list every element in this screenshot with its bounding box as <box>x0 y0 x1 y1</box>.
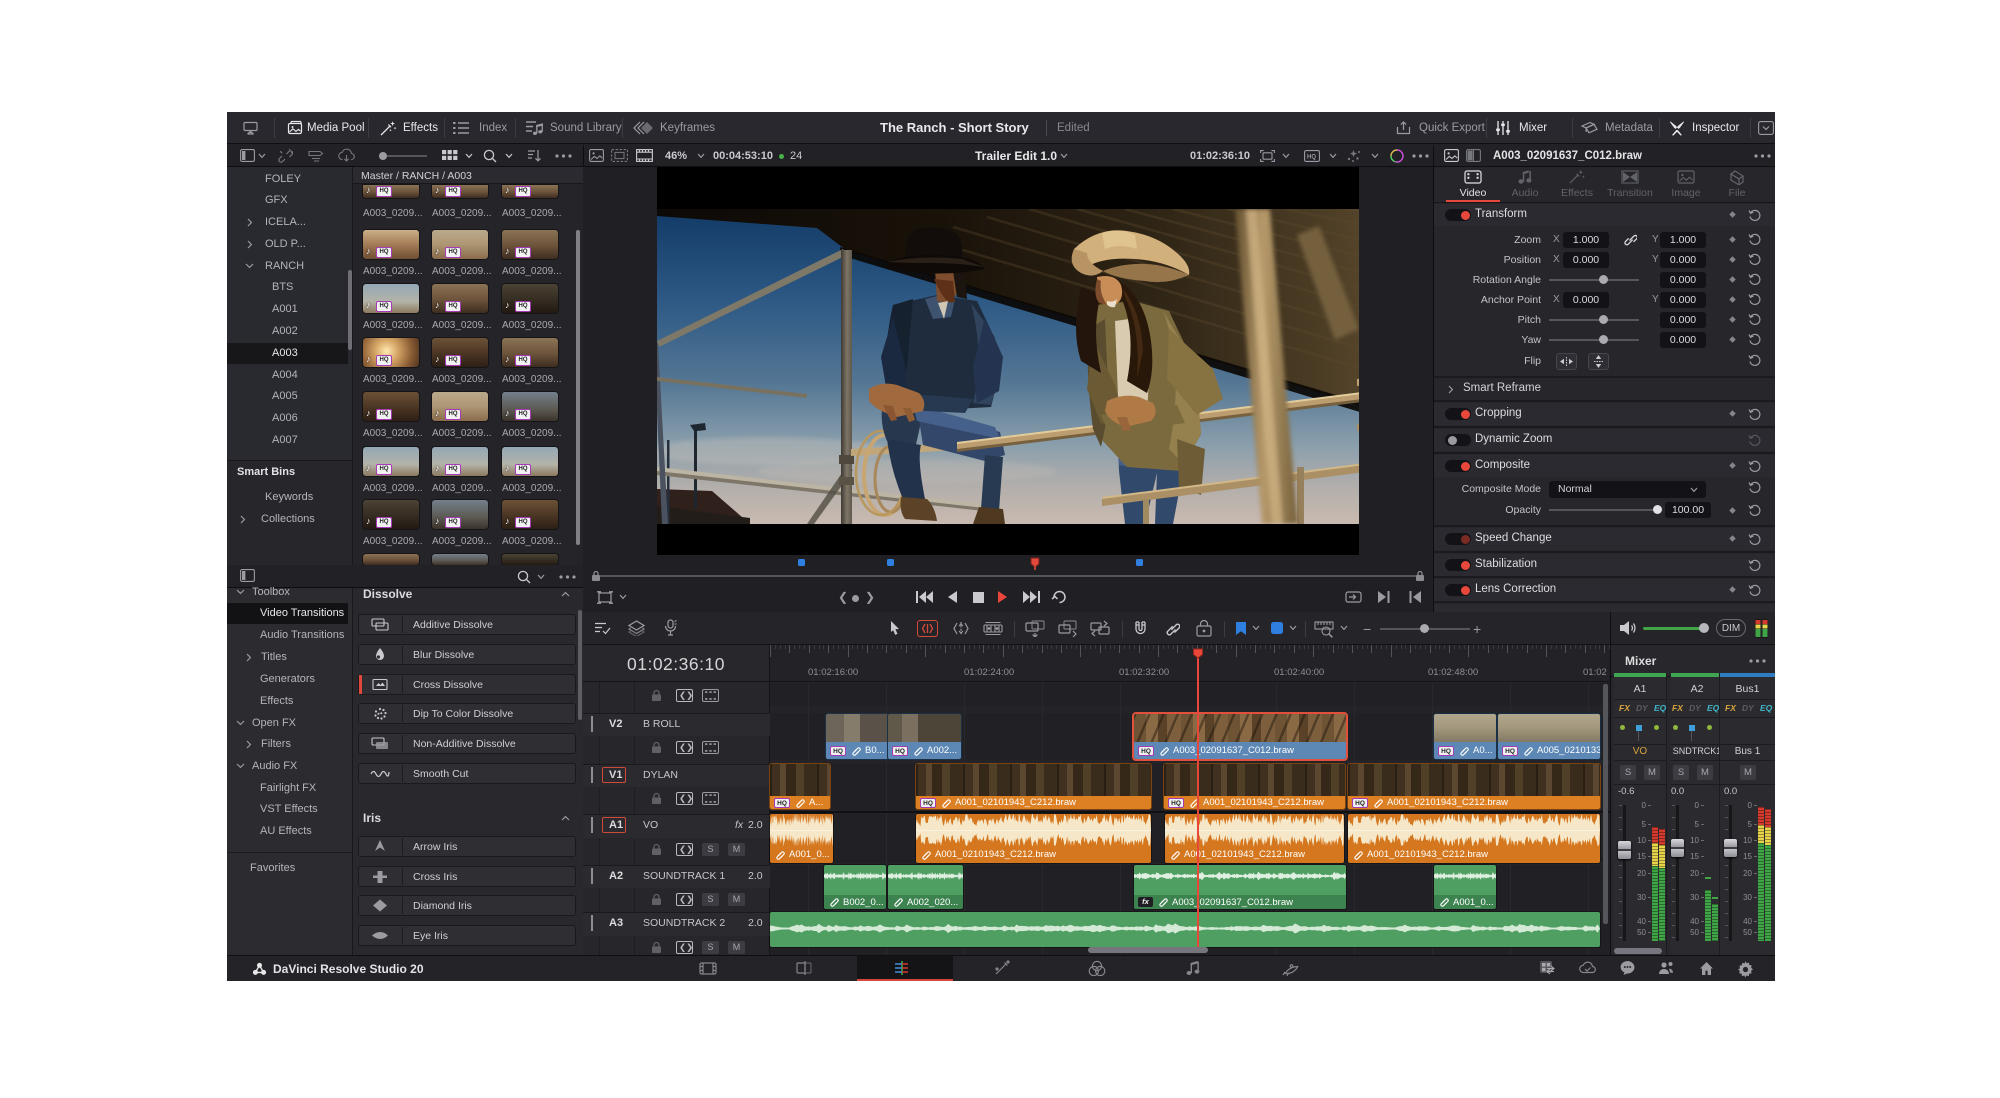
svg-text:HQ: HQ <box>1307 155 1316 161</box>
